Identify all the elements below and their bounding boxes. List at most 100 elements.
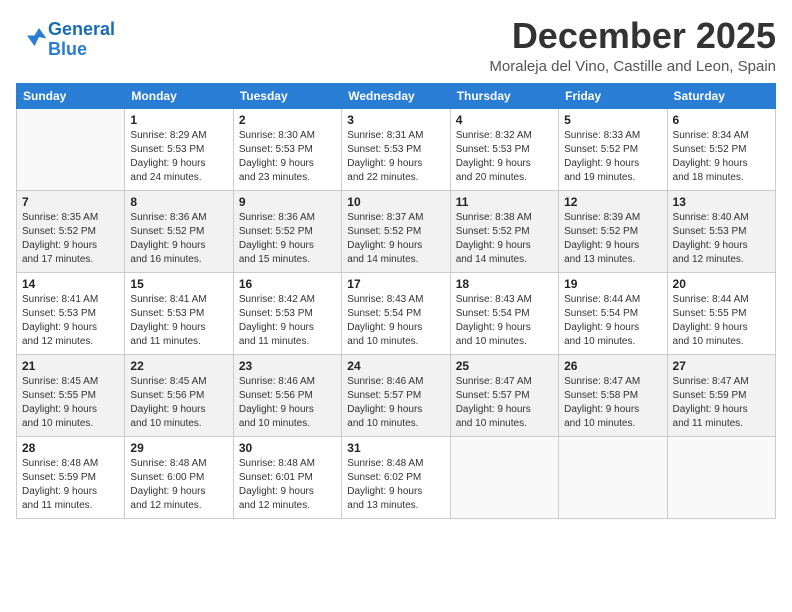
logo-icon bbox=[18, 22, 48, 52]
calendar-cell: 30Sunrise: 8:48 AM Sunset: 6:01 PM Dayli… bbox=[233, 436, 341, 518]
day-number: 11 bbox=[456, 195, 553, 209]
day-number: 23 bbox=[239, 359, 336, 373]
calendar-cell: 6 Sunrise: 8:34 AM Sunset: 5:52 PM Daylig… bbox=[667, 108, 775, 190]
calendar-cell: 8Sunrise: 8:36 AM Sunset: 5:52 PM Daylig… bbox=[125, 190, 233, 272]
day-info: Sunrise: 8:47 AM Sunset: 5:58 PM Dayligh… bbox=[564, 375, 661, 431]
day-info: Sunrise: 8:41 AM Sunset: 5:53 PM Dayligh… bbox=[130, 293, 227, 349]
calendar-cell: 10 Sunrise: 8:37 AM Sunset: 5:52 PM Dayli… bbox=[342, 190, 450, 272]
day-info: Sunrise: 8:44 AM Sunset: 5:55 PM Dayligh… bbox=[673, 293, 770, 349]
day-number: 28 bbox=[22, 441, 119, 455]
day-info: Sunrise: 8:31 AM Sunset: 5:53 PM Dayligh… bbox=[347, 129, 444, 185]
day-info: Sunrise: 8:34 AM Sunset: 5:52 PM Dayligh… bbox=[673, 129, 770, 185]
calendar-cell: 2 Sunrise: 8:30 AM Sunset: 5:53 PM Daylig… bbox=[233, 108, 341, 190]
calendar-week-row: 7 Sunrise: 8:35 AM Sunset: 5:52 PM Daylig… bbox=[17, 190, 776, 272]
day-number: 25 bbox=[456, 359, 553, 373]
day-number: 15 bbox=[130, 277, 227, 291]
calendar-cell: 28 Sunrise: 8:48 AM Sunset: 5:59 PM Dayli… bbox=[17, 436, 125, 518]
day-number: 21 bbox=[22, 359, 119, 373]
calendar-cell: 7 Sunrise: 8:35 AM Sunset: 5:52 PM Daylig… bbox=[17, 190, 125, 272]
calendar-cell: 13 Sunrise: 8:40 AM Sunset: 5:53 PM Dayli… bbox=[667, 190, 775, 272]
day-info: Sunrise: 8:45 AM Sunset: 5:55 PM Dayligh… bbox=[22, 375, 119, 431]
day-info: Sunrise: 8:46 AM Sunset: 5:57 PM Dayligh… bbox=[347, 375, 444, 431]
day-number: 6 bbox=[673, 113, 770, 127]
day-info: Sunrise: 8:42 AM Sunset: 5:53 PM Dayligh… bbox=[239, 293, 336, 349]
calendar-cell bbox=[450, 436, 558, 518]
day-info: Sunrise: 8:30 AM Sunset: 5:53 PM Dayligh… bbox=[239, 129, 336, 185]
calendar-cell: 1 Sunrise: 8:29 AM Sunset: 5:53 PM Daylig… bbox=[125, 108, 233, 190]
header-row: SundayMondayTuesdayWednesdayThursdayFrid… bbox=[17, 83, 776, 108]
calendar-cell: 19 Sunrise: 8:44 AM Sunset: 5:54 PM Dayli… bbox=[559, 272, 667, 354]
day-info: Sunrise: 8:40 AM Sunset: 5:53 PM Dayligh… bbox=[673, 211, 770, 267]
day-number: 2 bbox=[239, 113, 336, 127]
day-number: 27 bbox=[673, 359, 770, 373]
calendar-cell: 11Sunrise: 8:38 AM Sunset: 5:52 PM Dayli… bbox=[450, 190, 558, 272]
calendar-week-row: 14 Sunrise: 8:41 AM Sunset: 5:53 PM Dayli… bbox=[17, 272, 776, 354]
calendar-week-row: 1 Sunrise: 8:29 AM Sunset: 5:53 PM Daylig… bbox=[17, 108, 776, 190]
day-info: Sunrise: 8:47 AM Sunset: 5:57 PM Dayligh… bbox=[456, 375, 553, 431]
calendar-cell: 3 Sunrise: 8:31 AM Sunset: 5:53 PM Daylig… bbox=[342, 108, 450, 190]
day-info: Sunrise: 8:36 AM Sunset: 5:52 PM Dayligh… bbox=[239, 211, 336, 267]
calendar-cell: 9 Sunrise: 8:36 AM Sunset: 5:52 PM Daylig… bbox=[233, 190, 341, 272]
weekday-header: Thursday bbox=[450, 83, 558, 108]
day-number: 31 bbox=[347, 441, 444, 455]
day-info: Sunrise: 8:29 AM Sunset: 5:53 PM Dayligh… bbox=[130, 129, 227, 185]
day-number: 16 bbox=[239, 277, 336, 291]
day-info: Sunrise: 8:43 AM Sunset: 5:54 PM Dayligh… bbox=[456, 293, 553, 349]
weekday-header: Wednesday bbox=[342, 83, 450, 108]
calendar-cell: 18Sunrise: 8:43 AM Sunset: 5:54 PM Dayli… bbox=[450, 272, 558, 354]
weekday-header: Saturday bbox=[667, 83, 775, 108]
day-number: 9 bbox=[239, 195, 336, 209]
calendar-cell: 24 Sunrise: 8:46 AM Sunset: 5:57 PM Dayli… bbox=[342, 354, 450, 436]
day-info: Sunrise: 8:44 AM Sunset: 5:54 PM Dayligh… bbox=[564, 293, 661, 349]
calendar-cell: 15 Sunrise: 8:41 AM Sunset: 5:53 PM Dayli… bbox=[125, 272, 233, 354]
calendar-cell: 22Sunrise: 8:45 AM Sunset: 5:56 PM Dayli… bbox=[125, 354, 233, 436]
day-info: Sunrise: 8:43 AM Sunset: 5:54 PM Dayligh… bbox=[347, 293, 444, 349]
calendar-cell: 20Sunrise: 8:44 AM Sunset: 5:55 PM Dayli… bbox=[667, 272, 775, 354]
day-number: 13 bbox=[673, 195, 770, 209]
day-info: Sunrise: 8:39 AM Sunset: 5:52 PM Dayligh… bbox=[564, 211, 661, 267]
calendar-cell: 25 Sunrise: 8:47 AM Sunset: 5:57 PM Dayli… bbox=[450, 354, 558, 436]
day-info: Sunrise: 8:32 AM Sunset: 5:53 PM Dayligh… bbox=[456, 129, 553, 185]
location-title: Moraleja del Vino, Castille and Leon, Sp… bbox=[489, 58, 776, 75]
day-number: 3 bbox=[347, 113, 444, 127]
day-info: Sunrise: 8:36 AM Sunset: 5:52 PM Dayligh… bbox=[130, 211, 227, 267]
day-info: Sunrise: 8:48 AM Sunset: 5:59 PM Dayligh… bbox=[22, 457, 119, 513]
day-number: 19 bbox=[564, 277, 661, 291]
day-number: 5 bbox=[564, 113, 661, 127]
calendar-table: SundayMondayTuesdayWednesdayThursdayFrid… bbox=[16, 83, 776, 519]
logo: General Blue bbox=[16, 20, 115, 60]
calendar-body: 1 Sunrise: 8:29 AM Sunset: 5:53 PM Daylig… bbox=[17, 108, 776, 518]
day-info: Sunrise: 8:33 AM Sunset: 5:52 PM Dayligh… bbox=[564, 129, 661, 185]
calendar-cell bbox=[17, 108, 125, 190]
day-number: 24 bbox=[347, 359, 444, 373]
calendar-cell: 23 Sunrise: 8:46 AM Sunset: 5:56 PM Dayli… bbox=[233, 354, 341, 436]
day-info: Sunrise: 8:46 AM Sunset: 5:56 PM Dayligh… bbox=[239, 375, 336, 431]
day-info: Sunrise: 8:41 AM Sunset: 5:53 PM Dayligh… bbox=[22, 293, 119, 349]
day-number: 14 bbox=[22, 277, 119, 291]
header: General Blue December 2025 Moraleja del … bbox=[16, 16, 776, 75]
weekday-header: Friday bbox=[559, 83, 667, 108]
calendar-week-row: 21 Sunrise: 8:45 AM Sunset: 5:55 PM Dayli… bbox=[17, 354, 776, 436]
day-number: 10 bbox=[347, 195, 444, 209]
day-info: Sunrise: 8:35 AM Sunset: 5:52 PM Dayligh… bbox=[22, 211, 119, 267]
calendar-cell: 21 Sunrise: 8:45 AM Sunset: 5:55 PM Dayli… bbox=[17, 354, 125, 436]
day-number: 1 bbox=[130, 113, 227, 127]
calendar-cell: 4 Sunrise: 8:32 AM Sunset: 5:53 PM Daylig… bbox=[450, 108, 558, 190]
day-number: 12 bbox=[564, 195, 661, 209]
day-info: Sunrise: 8:48 AM Sunset: 6:00 PM Dayligh… bbox=[130, 457, 227, 513]
day-info: Sunrise: 8:48 AM Sunset: 6:01 PM Dayligh… bbox=[239, 457, 336, 513]
logo-general: General bbox=[48, 19, 115, 39]
calendar-header: SundayMondayTuesdayWednesdayThursdayFrid… bbox=[17, 83, 776, 108]
calendar-cell: 26 Sunrise: 8:47 AM Sunset: 5:58 PM Dayli… bbox=[559, 354, 667, 436]
day-number: 7 bbox=[22, 195, 119, 209]
day-info: Sunrise: 8:37 AM Sunset: 5:52 PM Dayligh… bbox=[347, 211, 444, 267]
weekday-header: Monday bbox=[125, 83, 233, 108]
day-number: 4 bbox=[456, 113, 553, 127]
logo-blue: Blue bbox=[48, 39, 87, 59]
calendar-cell bbox=[559, 436, 667, 518]
day-number: 22 bbox=[130, 359, 227, 373]
day-info: Sunrise: 8:47 AM Sunset: 5:59 PM Dayligh… bbox=[673, 375, 770, 431]
calendar-cell: 5 Sunrise: 8:33 AM Sunset: 5:52 PM Daylig… bbox=[559, 108, 667, 190]
day-number: 29 bbox=[130, 441, 227, 455]
day-number: 26 bbox=[564, 359, 661, 373]
